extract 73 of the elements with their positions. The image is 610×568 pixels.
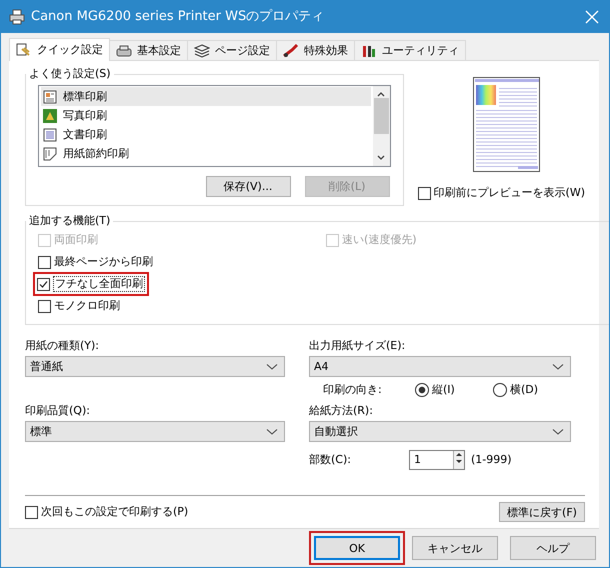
tools-icon (361, 44, 377, 58)
copies-range: (1-999) (471, 453, 512, 467)
list-item-label: 写真印刷 (63, 108, 107, 122)
checkbox-option[interactable]: 最終ページから印刷 (38, 252, 326, 272)
radio-label: 縦(I) (432, 383, 455, 397)
spin-down-icon[interactable] (454, 458, 464, 465)
list-item[interactable]: 写真印刷 (41, 106, 371, 125)
scroll-up-icon[interactable] (376, 90, 386, 98)
copies-spinbox[interactable]: 1 (409, 450, 465, 470)
checkbox[interactable] (418, 186, 431, 200)
paper-size-dropdown[interactable]: A4 (309, 356, 571, 377)
tab[interactable]: クイック設定 (9, 38, 110, 61)
group-title: よく使う設定(S) (28, 67, 112, 81)
printer-icon (116, 44, 132, 58)
list-item-label: 用紙節約印刷 (63, 146, 129, 160)
radio-label: 横(D) (510, 383, 538, 397)
quality-dropdown[interactable]: 標準 (25, 421, 285, 442)
list-item[interactable]: 標準印刷 (41, 87, 371, 106)
field-label: 印刷品質(Q): (25, 404, 91, 418)
dialog-button[interactable]: 保存(V)... (206, 176, 291, 197)
hand-icon (16, 43, 32, 57)
tab[interactable]: ページ設定 (187, 40, 277, 60)
list-item[interactable]: 文書印刷 (41, 125, 371, 144)
field-label: 印刷の向き: (323, 383, 383, 397)
checkbox[interactable] (38, 300, 51, 312)
printer-icon (9, 8, 25, 24)
stacked-pages-icon (194, 44, 210, 58)
paper-type-dropdown[interactable]: 普通紙 (25, 356, 285, 377)
radio-button[interactable] (493, 383, 507, 397)
favorites-list[interactable]: 標準印刷 写真印刷 文書印刷 用紙節約印刷 (38, 85, 391, 167)
radio-button[interactable] (415, 383, 429, 397)
scroll-thumb[interactable] (374, 98, 389, 134)
chevron-down-icon[interactable] (266, 428, 278, 436)
dialog-button[interactable]: OK (314, 536, 400, 560)
checkbox-label: 速い(速度優先) (342, 233, 417, 247)
checkbox-option[interactable]: フチなし全面印刷 (35, 274, 147, 294)
checkbox-label: 印刷前にプレビューを表示(W) (434, 186, 585, 200)
scroll-down-icon[interactable] (376, 154, 386, 162)
chevron-down-icon[interactable] (552, 428, 564, 436)
brush-icon (283, 44, 299, 58)
photo-icon (43, 108, 57, 122)
checkbox-label: 最終ページから印刷 (54, 255, 153, 269)
page-icon (43, 90, 57, 104)
document-icon (43, 128, 57, 142)
scrollbar[interactable] (372, 86, 390, 166)
checkbox[interactable] (37, 278, 50, 290)
folded-page-icon (43, 146, 57, 160)
field-label: 出力用紙サイズ(E): (309, 339, 406, 353)
spin-up-icon[interactable] (454, 451, 464, 458)
dialog-button[interactable]: キャンセル (412, 536, 498, 560)
group-title: 追加する機能(T) (28, 214, 112, 228)
paper-source-dropdown[interactable]: 自動選択 (309, 421, 571, 442)
list-item[interactable]: 用紙節約印刷 (41, 144, 371, 163)
dialog-button[interactable]: ヘルプ (510, 536, 596, 560)
tab[interactable]: 特殊効果 (276, 40, 355, 60)
checkbox[interactable] (25, 506, 38, 518)
checkbox-label: フチなし全面印刷 (53, 276, 145, 292)
tab[interactable]: ユーティリティ (354, 40, 466, 60)
list-item-label: 文書印刷 (63, 128, 107, 142)
window-title: Canon MG6200 series Printer WSのプロパティ (31, 10, 326, 24)
field-label: 用紙の種類(Y): (25, 339, 100, 353)
close-icon[interactable] (585, 10, 599, 24)
checkbox-label: 次回もこの設定で印刷する(P) (41, 505, 188, 519)
list-item-label: 標準印刷 (63, 90, 107, 104)
checkbox[interactable] (38, 256, 51, 268)
checkbox-label: モノクロ印刷 (54, 299, 120, 313)
chevron-down-icon[interactable] (552, 362, 564, 370)
field-label: 給紙方法(R): (309, 404, 374, 418)
field-label: 部数(C): (309, 453, 352, 467)
reset-button[interactable]: 標準に戻す(F) (499, 502, 585, 522)
checkbox-option[interactable]: モノクロ印刷 (38, 296, 326, 316)
chevron-down-icon[interactable] (266, 362, 278, 370)
checkbox-label: 両面印刷 (54, 233, 98, 247)
